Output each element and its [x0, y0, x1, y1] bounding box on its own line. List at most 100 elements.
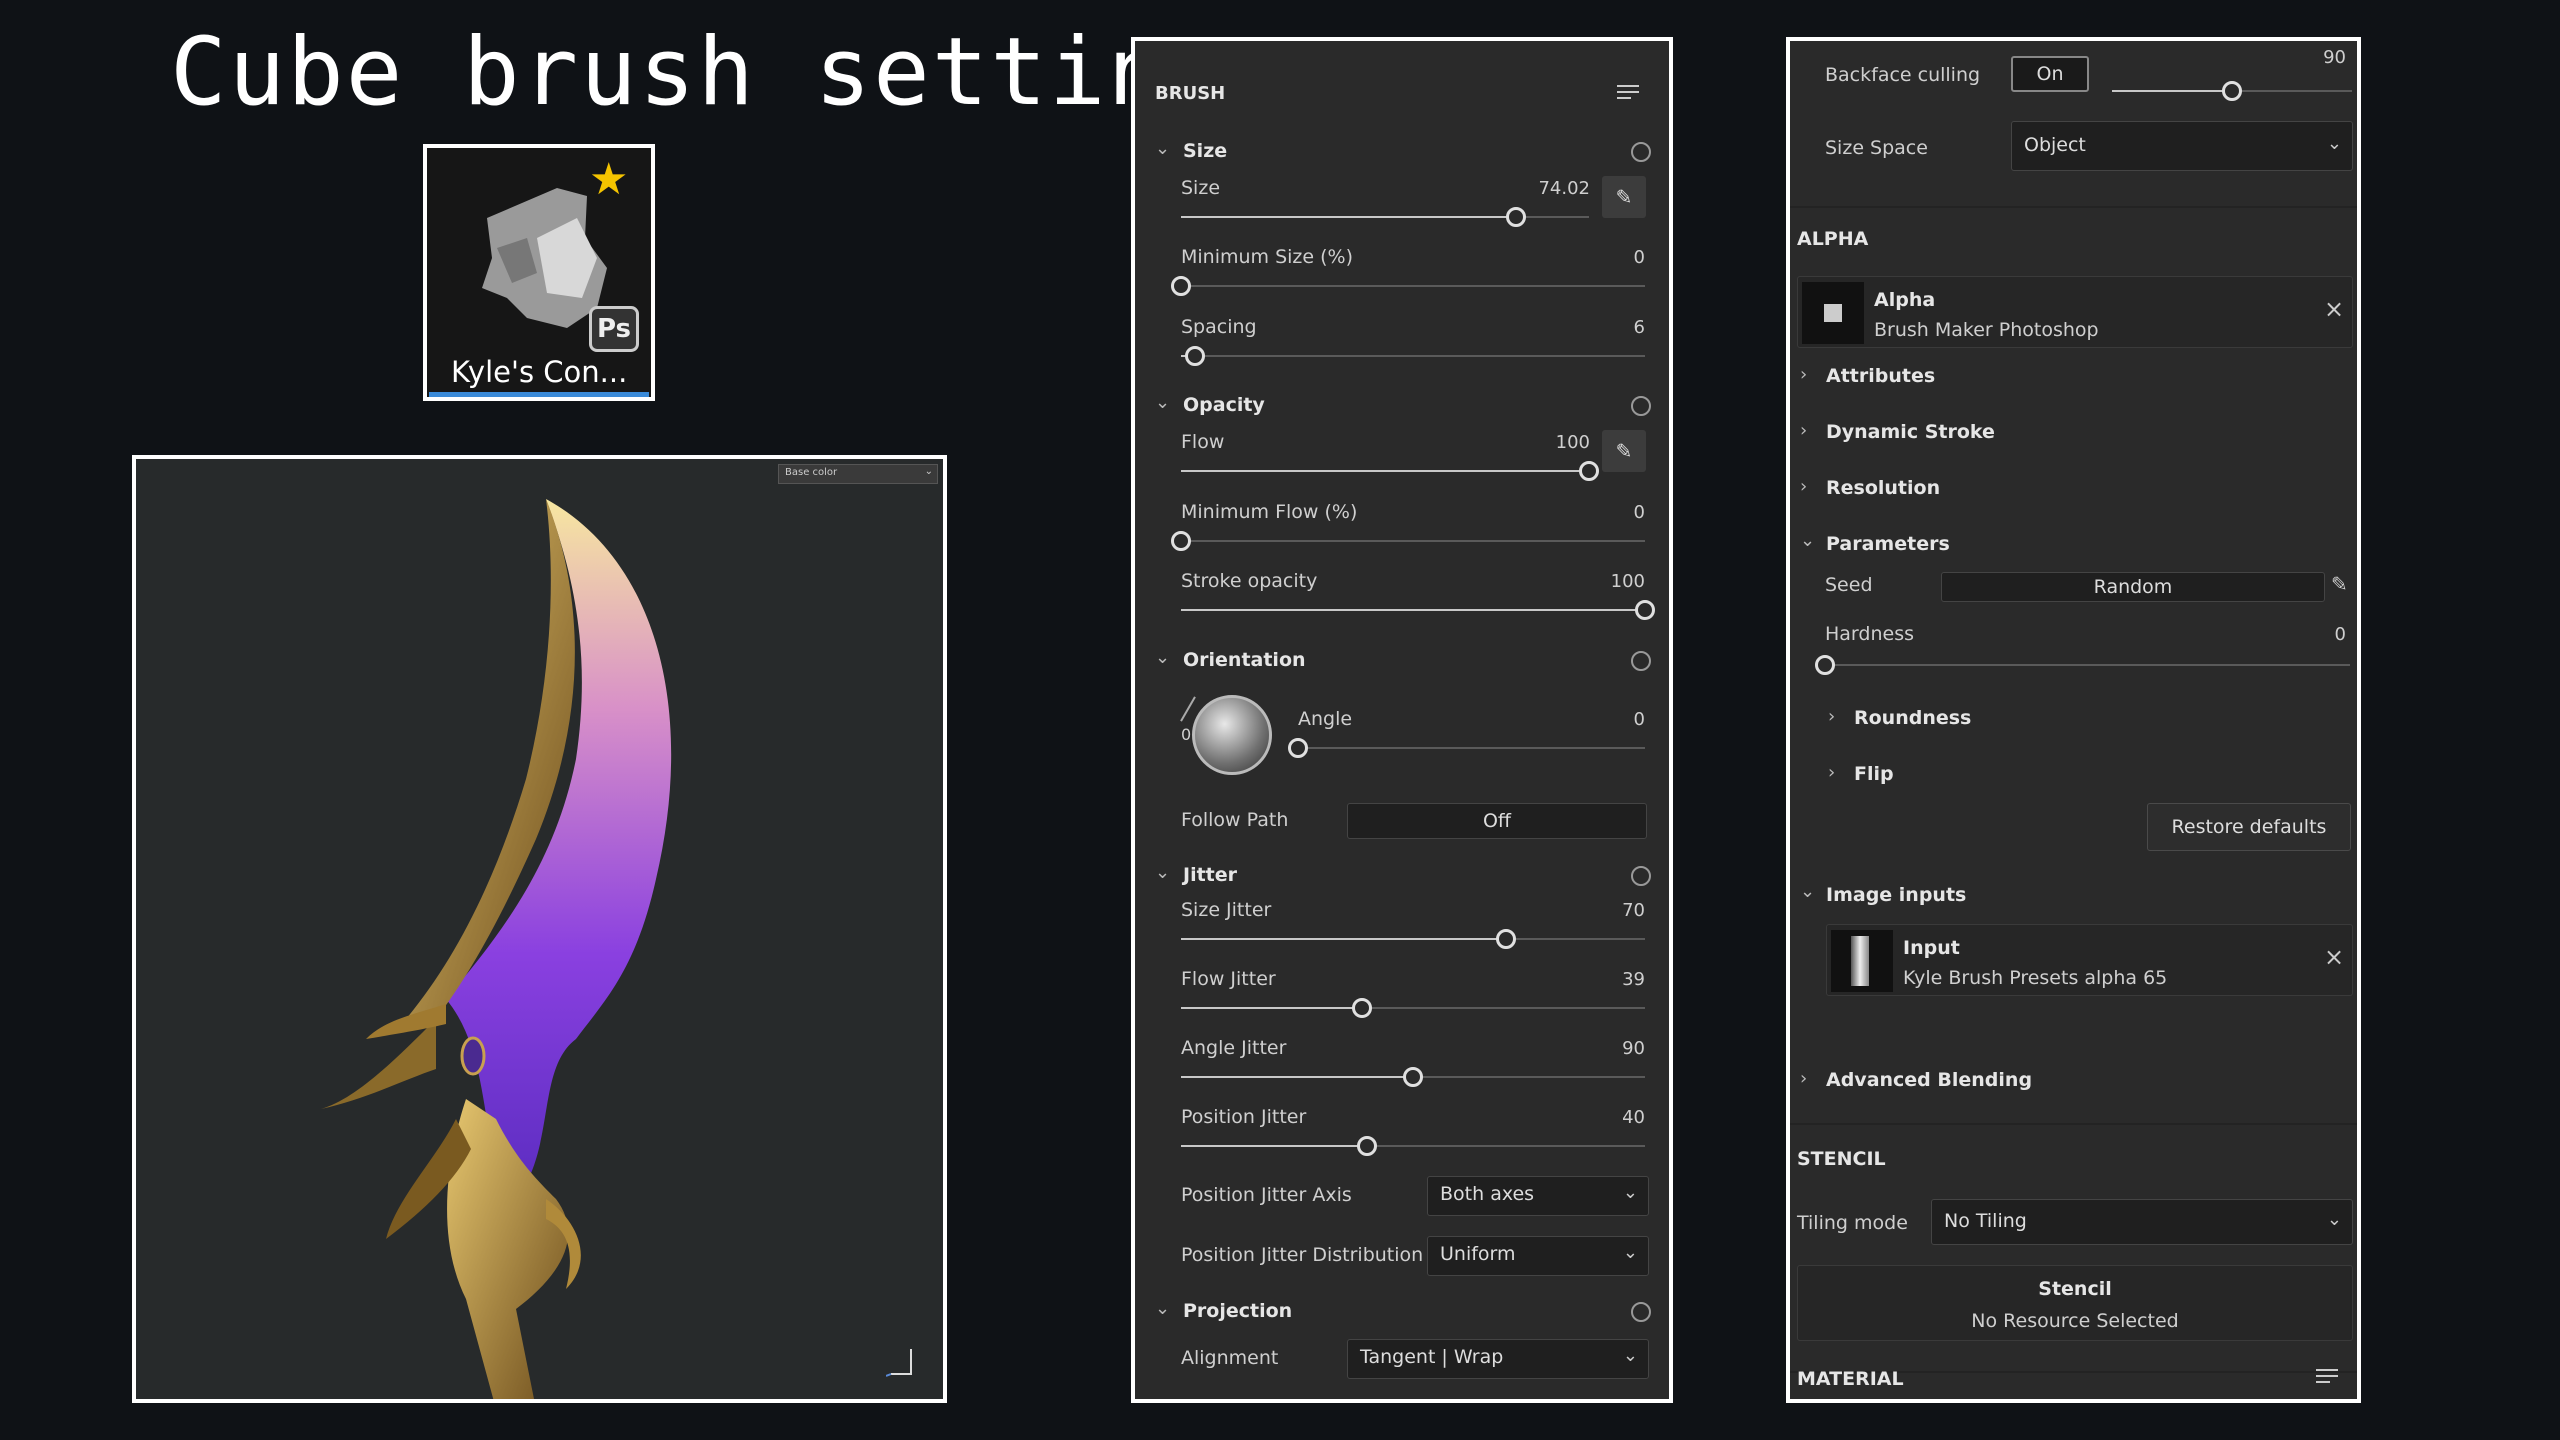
close-icon[interactable]: × [2324, 943, 2344, 971]
chevron-right-icon[interactable]: › [1800, 1068, 1807, 1089]
size-slider[interactable] [1181, 205, 1589, 229]
3d-viewport[interactable]: Base color ⌄ [132, 455, 947, 1403]
chevron-down-icon[interactable]: ⌄ [1800, 881, 1815, 902]
hardness-value[interactable]: 0 [2250, 624, 2346, 645]
pen-pressure-icon[interactable]: ✎ [1602, 176, 1646, 218]
section-attributes[interactable]: Attributes [1826, 365, 1935, 387]
slider-handle[interactable] [1171, 276, 1191, 296]
position-jitter-distribution-select[interactable]: Uniform ⌄ [1427, 1236, 1649, 1276]
restore-defaults-button[interactable]: Restore defaults [2147, 803, 2351, 851]
chevron-down-icon[interactable]: ⌄ [1155, 392, 1170, 413]
favorite-star-icon[interactable]: ★ [589, 158, 628, 202]
size-space-select[interactable]: Object ⌄ [2011, 121, 2353, 171]
reset-icon[interactable] [1631, 142, 1651, 162]
chevron-right-icon[interactable]: › [1800, 364, 1807, 385]
restore-defaults-label: Restore defaults [2171, 816, 2327, 838]
spacing-value[interactable]: 6 [1535, 317, 1645, 338]
slider-handle[interactable] [1288, 738, 1308, 758]
close-icon[interactable]: × [2324, 295, 2344, 323]
image-input-card[interactable]: Input Kyle Brush Presets alpha 65 × [1826, 924, 2353, 996]
tiling-mode-select[interactable]: No Tiling ⌄ [1931, 1199, 2353, 1245]
seed-field[interactable]: Random [1941, 572, 2325, 602]
section-projection[interactable]: Projection [1183, 1300, 1292, 1322]
edit-pencil-icon[interactable]: ✎ [2331, 572, 2348, 596]
slider-handle[interactable] [2222, 81, 2242, 101]
angle-dial[interactable] [1192, 695, 1272, 775]
chevron-down-icon[interactable]: ⌄ [1800, 530, 1815, 551]
chevron-down-icon[interactable]: ⌄ [1155, 862, 1170, 883]
minimum-size-slider[interactable] [1171, 274, 1645, 298]
angle-slider[interactable] [1288, 736, 1645, 760]
section-flip[interactable]: Flip [1854, 763, 1894, 785]
backface-culling-value[interactable]: 90 [2250, 47, 2346, 68]
slider-handle[interactable] [1635, 600, 1655, 620]
size-jitter-slider[interactable] [1181, 927, 1645, 951]
reset-icon[interactable] [1631, 651, 1651, 671]
section-parameters[interactable]: Parameters [1826, 533, 1950, 555]
chevron-down-icon[interactable]: ⌄ [1155, 1298, 1170, 1319]
menu-icon[interactable] [1617, 83, 1639, 103]
slider-handle[interactable] [1579, 461, 1599, 481]
minimum-size-value[interactable]: 0 [1535, 247, 1645, 268]
backface-culling-slider[interactable] [2112, 79, 2352, 103]
section-orientation[interactable]: Orientation [1183, 649, 1306, 671]
slider-handle[interactable] [1403, 1067, 1423, 1087]
alignment-select[interactable]: Tangent | Wrap ⌄ [1347, 1339, 1649, 1379]
input-thumbnail [1831, 930, 1893, 992]
position-jitter-slider[interactable] [1181, 1134, 1645, 1158]
reset-icon[interactable] [1631, 866, 1651, 886]
brush-preset-thumbnail[interactable]: ★ Ps Kyle's Con... [423, 144, 655, 401]
stroke-opacity-slider[interactable] [1181, 598, 1655, 622]
hardness-slider[interactable] [1815, 653, 2350, 677]
input-resource: Kyle Brush Presets alpha 65 [1903, 967, 2168, 989]
flow-value[interactable]: 100 [1495, 432, 1590, 453]
angle-jitter-slider[interactable] [1181, 1065, 1645, 1089]
section-size[interactable]: Size [1183, 140, 1227, 162]
flow-jitter-value[interactable]: 39 [1535, 969, 1645, 990]
pen-pressure-icon[interactable]: ✎ [1602, 430, 1646, 472]
stroke-opacity-value[interactable]: 100 [1535, 571, 1645, 592]
size-value[interactable]: 74.02 [1495, 178, 1590, 199]
section-dynamic-stroke[interactable]: Dynamic Stroke [1826, 421, 1995, 443]
spacing-slider[interactable] [1181, 344, 1645, 368]
stencil-resource-card[interactable]: Stencil No Resource Selected [1797, 1265, 2353, 1341]
position-jitter-value[interactable]: 40 [1535, 1107, 1645, 1128]
slider-handle[interactable] [1815, 655, 1835, 675]
chevron-right-icon[interactable]: › [1828, 762, 1835, 783]
slider-handle[interactable] [1495, 929, 1516, 949]
alpha-resource-card[interactable]: Alpha Brush Maker Photoshop × [1797, 276, 2353, 348]
flow-jitter-slider[interactable] [1181, 996, 1645, 1020]
position-jitter-axis-select[interactable]: Both axes ⌄ [1427, 1176, 1649, 1216]
slider-handle[interactable] [1505, 207, 1526, 227]
size-jitter-value[interactable]: 70 [1535, 900, 1645, 921]
chevron-right-icon[interactable]: › [1800, 420, 1807, 441]
section-jitter[interactable]: Jitter [1183, 864, 1237, 886]
backface-culling-toggle[interactable]: On [2011, 56, 2089, 92]
section-resolution[interactable]: Resolution [1826, 477, 1940, 499]
slider-handle[interactable] [1184, 346, 1205, 366]
reset-icon[interactable] [1631, 1302, 1651, 1322]
divider [1790, 1123, 2357, 1125]
minimum-flow-value[interactable]: 0 [1535, 502, 1645, 523]
stroke-opacity-label: Stroke opacity [1181, 570, 1318, 592]
follow-path-toggle[interactable]: Off [1347, 803, 1647, 839]
flow-slider[interactable] [1181, 459, 1599, 483]
section-advanced-blending[interactable]: Advanced Blending [1826, 1069, 2032, 1091]
chevron-down-icon[interactable]: ⌄ [1155, 647, 1170, 668]
menu-icon[interactable] [2316, 1367, 2338, 1387]
section-image-inputs[interactable]: Image inputs [1826, 884, 1966, 906]
chevron-right-icon[interactable]: › [1828, 706, 1835, 727]
reset-icon[interactable] [1631, 396, 1651, 416]
chevron-down-icon[interactable]: ⌄ [1155, 138, 1170, 159]
chevron-right-icon[interactable]: › [1800, 476, 1807, 497]
minimum-flow-slider[interactable] [1171, 529, 1645, 553]
slider-handle[interactable] [1171, 531, 1191, 551]
brush-panel: BRUSH ⌄ Size Size 74.02 ✎ Minimum Size (… [1131, 37, 1673, 1403]
angle-jitter-value[interactable]: 90 [1535, 1038, 1645, 1059]
angle-value[interactable]: 0 [1535, 709, 1645, 730]
section-opacity[interactable]: Opacity [1183, 394, 1265, 416]
slider-handle[interactable] [1351, 998, 1372, 1018]
follow-path-value: Off [1482, 810, 1512, 832]
section-roundness[interactable]: Roundness [1854, 707, 1971, 729]
slider-handle[interactable] [1356, 1136, 1377, 1156]
